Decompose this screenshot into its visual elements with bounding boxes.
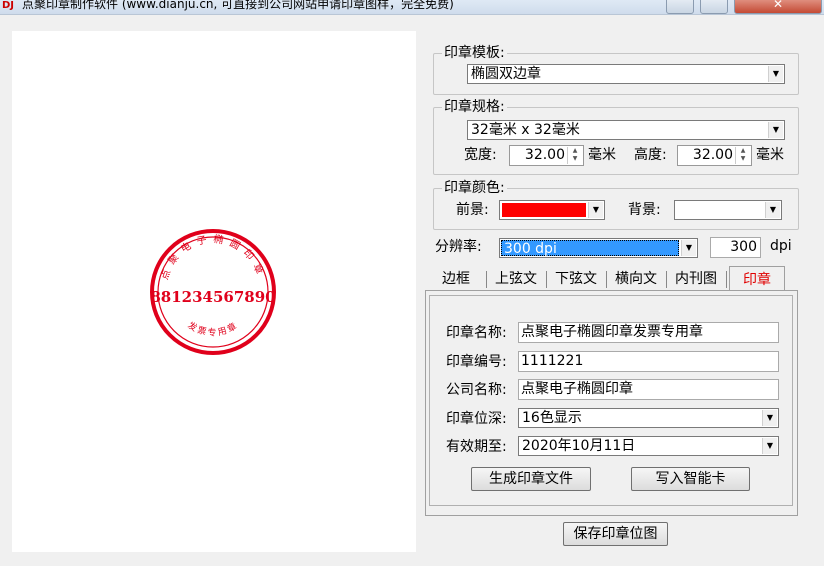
tab-horizontal-text[interactable]: 横向文 xyxy=(609,268,663,290)
width-value: 32.00 xyxy=(524,147,565,163)
chevron-down-icon[interactable]: ▼ xyxy=(681,240,696,256)
stamp-image: 点聚电子椭圆印章 881234567890 发票专用章 xyxy=(150,229,276,355)
bit-depth-label: 印章位深: xyxy=(446,411,507,427)
bit-depth-value: 16色显示 xyxy=(522,410,582,426)
height-unit: 毫米 xyxy=(756,147,784,163)
resolution-label: 分辨率: xyxy=(435,239,482,255)
stamp-outer-text: 点聚电子椭圆印章 xyxy=(159,232,269,281)
template-select[interactable]: 椭圆双边章 ▼ xyxy=(467,64,785,84)
chevron-down-icon[interactable]: ▼ xyxy=(768,122,783,138)
tab-divider xyxy=(726,271,727,288)
stamp-code-field[interactable]: 1111221 xyxy=(518,351,779,372)
tab-bottom-arc-text[interactable]: 下弦文 xyxy=(549,268,603,290)
bg-color-swatch xyxy=(677,203,763,217)
save-stamp-bitmap-button[interactable]: 保存印章位图 xyxy=(563,522,668,546)
stamp-code-label: 印章编号: xyxy=(446,354,507,370)
window-title: 点聚印章制作软件 (www.dianju.cn, 可直接到公司网站申请印章图样，… xyxy=(22,0,454,11)
app-icon: DJ xyxy=(2,0,15,11)
color-legend: 印章颜色: xyxy=(442,179,507,197)
tab-divider xyxy=(606,271,607,288)
bg-label: 背景: xyxy=(628,202,661,218)
chevron-down-icon[interactable]: ▼ xyxy=(762,410,777,426)
chevron-down-icon[interactable]: ▼ xyxy=(588,202,603,218)
stamp-name-field[interactable]: 点聚电子椭圆印章发票专用章 xyxy=(518,322,779,343)
chevron-down-icon[interactable]: ▼ xyxy=(765,202,780,218)
spin-arrows-icon[interactable]: ▲ ▼ xyxy=(567,147,582,164)
generate-stamp-file-button[interactable]: 生成印章文件 xyxy=(471,467,591,491)
tab-divider xyxy=(486,271,487,288)
minimize-button[interactable] xyxy=(666,0,694,14)
resolution-select-value: 300 dpi xyxy=(501,240,679,257)
height-stepper[interactable]: 32.00 ▲ ▼ xyxy=(677,145,752,166)
fg-label: 前景: xyxy=(456,202,489,218)
fg-color-select[interactable]: ▼ xyxy=(499,200,605,220)
resolution-select[interactable]: 300 dpi ▼ xyxy=(499,238,698,258)
fg-color-swatch xyxy=(502,203,586,217)
close-icon: ✕ xyxy=(773,0,784,11)
chevron-down-icon[interactable]: ▼ xyxy=(768,66,783,82)
stamp-bottom-text: 发票专用章 xyxy=(186,319,241,338)
tab-inner-image[interactable]: 内刊图 xyxy=(669,268,723,290)
width-stepper[interactable]: 32.00 ▲ ▼ xyxy=(509,145,584,166)
close-button[interactable]: ✕ xyxy=(734,0,822,14)
resolution-value[interactable]: 300 xyxy=(710,237,761,258)
maximize-button[interactable] xyxy=(700,0,728,14)
stamp-name-label: 印章名称: xyxy=(446,325,507,341)
bg-color-select[interactable]: ▼ xyxy=(674,200,782,220)
spin-arrows-icon[interactable]: ▲ ▼ xyxy=(735,147,750,164)
company-name-label: 公司名称: xyxy=(446,382,507,398)
spec-legend: 印章规格: xyxy=(442,98,507,116)
chevron-down-icon[interactable]: ▼ xyxy=(762,438,777,454)
spec-select[interactable]: 32毫米 x 32毫米 ▼ xyxy=(467,120,785,140)
expiry-label: 有效期至: xyxy=(446,439,507,455)
template-legend: 印章模板: xyxy=(442,44,507,62)
resolution-unit: dpi xyxy=(770,238,792,254)
tab-border[interactable]: 边框 xyxy=(431,268,481,290)
write-smart-card-button[interactable]: 写入智能卡 xyxy=(631,467,750,491)
title-bar: DJ 点聚印章制作软件 (www.dianju.cn, 可直接到公司网站申请印章… xyxy=(0,0,824,15)
bit-depth-select[interactable]: 16色显示 ▼ xyxy=(518,408,779,428)
template-select-value: 椭圆双边章 xyxy=(471,66,541,82)
tab-divider xyxy=(546,271,547,288)
tab-stamp[interactable]: 印章 xyxy=(729,266,785,291)
expiry-date-select[interactable]: 2020年10月11日 ▼ xyxy=(518,436,779,456)
tab-divider xyxy=(666,271,667,288)
tab-top-arc-text[interactable]: 上弦文 xyxy=(489,268,543,290)
width-unit: 毫米 xyxy=(588,147,616,163)
stamp-number: 881234567890 xyxy=(150,288,275,306)
height-value: 32.00 xyxy=(692,147,733,163)
company-name-field[interactable]: 点聚电子椭圆印章 xyxy=(518,379,779,400)
expiry-date-value: 2020年10月11日 xyxy=(522,438,636,454)
spec-select-value: 32毫米 x 32毫米 xyxy=(471,122,580,138)
height-label: 高度: xyxy=(634,147,667,163)
width-label: 宽度: xyxy=(464,147,497,163)
